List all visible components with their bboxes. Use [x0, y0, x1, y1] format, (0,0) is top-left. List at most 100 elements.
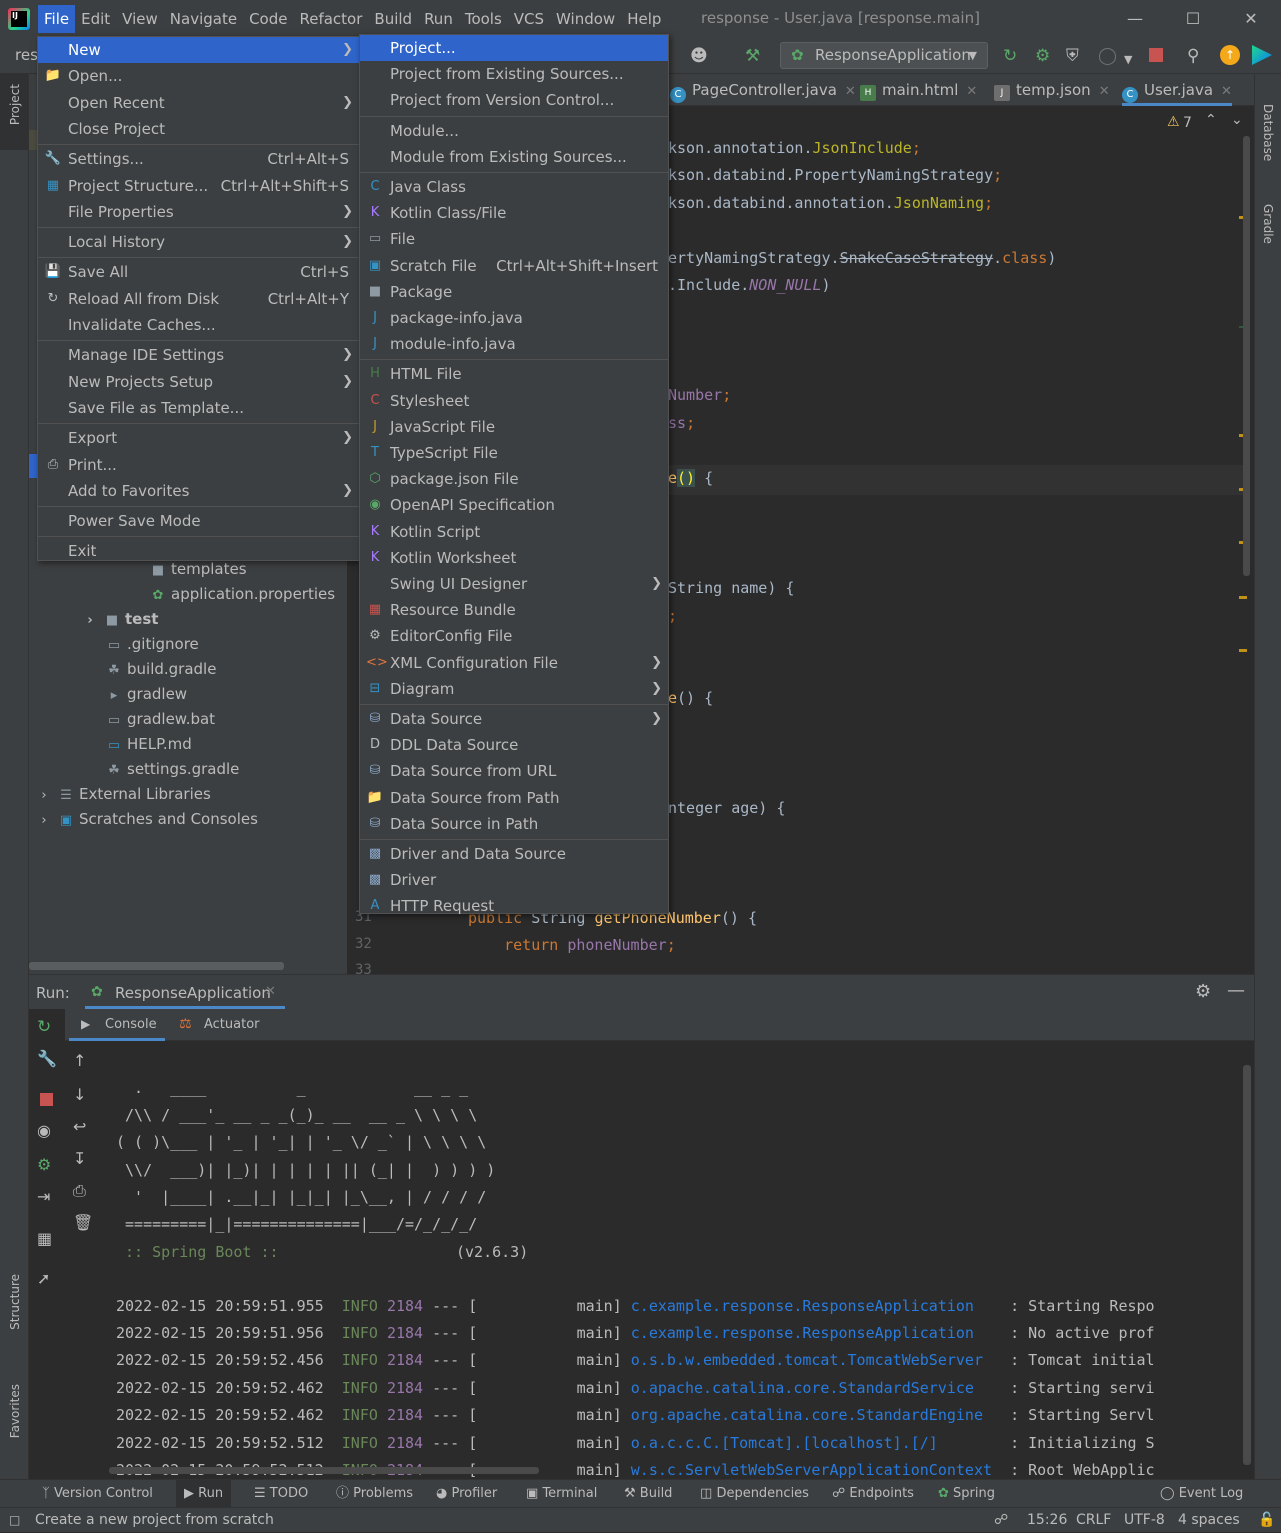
run-config-tab[interactable]: ResponseApplication [115, 984, 271, 1002]
log-logger[interactable]: o.s.b.w.embedded.tomcat.TomcatWebServer [631, 1351, 992, 1369]
tab-temp-json[interactable]: Jtemp.json ✕ [994, 74, 1110, 106]
menu-window[interactable]: Window [550, 5, 621, 33]
new-menu-kotlin-script[interactable]: K Kotlin Script [360, 519, 668, 545]
file-menu-new[interactable]: New ❯ [38, 37, 359, 63]
file-menu-print[interactable]: ⎙ Print... [38, 452, 359, 478]
file-menu-close-project[interactable]: Close Project [38, 116, 359, 142]
menu-edit[interactable]: Edit [75, 5, 116, 33]
camera-icon[interactable]: ◉ [37, 1121, 51, 1140]
update-icon[interactable]: ↑ [1220, 45, 1240, 65]
new-menu-module-info-java[interactable]: Jmodule-info.java [360, 331, 668, 357]
close-tab-icon[interactable]: ✕ [966, 84, 977, 99]
stop-icon[interactable] [40, 1093, 53, 1106]
file-menu-add-to-favorites[interactable]: Add to Favorites ❯ [38, 478, 359, 504]
more-run-options-icon[interactable]: ▼ [1124, 50, 1132, 70]
menu-build[interactable]: Build [368, 5, 418, 33]
run-configuration-select[interactable]: ✿ ResponseApplication ▼ [780, 42, 988, 69]
debug-icon[interactable]: ⚙ [37, 1155, 51, 1174]
file-menu-file-properties[interactable]: File Properties ❯ [38, 199, 359, 225]
rerun-icon[interactable]: ↻ [1003, 46, 1017, 66]
favorites-tool-tab[interactable]: Favorites [8, 1384, 22, 1438]
close-tab-icon[interactable]: ✕ [265, 984, 276, 999]
new-menu-diagram[interactable]: ⊟ Diagram ❯ [360, 676, 668, 702]
print-icon[interactable]: ⎙ [73, 1181, 86, 1201]
new-menu-javascript-file[interactable]: J JavaScript File [360, 414, 668, 440]
coverage-icon[interactable]: ⛨ [1066, 46, 1079, 66]
database-tool-tab[interactable]: Database [1261, 104, 1275, 161]
tab-page-controller[interactable]: C PageController.java ✕ [670, 74, 856, 106]
console-scrollbar[interactable] [1243, 1065, 1251, 1465]
previous-highlight-icon[interactable]: ⌃ [1205, 112, 1217, 128]
arrow-down-icon[interactable]: ↓ [73, 1085, 86, 1104]
tool-endpoints[interactable]: ☍ Endpoints [832, 1480, 914, 1508]
new-menu-resource-bundle[interactable]: ▦ Resource Bundle [360, 597, 668, 623]
new-menu-module-from-existing-sources[interactable]: Module from Existing Sources... [360, 144, 668, 170]
indexing-icon[interactable]: ☍ [994, 1508, 1008, 1533]
menu-tools[interactable]: Tools [459, 5, 508, 33]
new-menu-swing-ui-designer[interactable]: Swing UI Designer ❯ [360, 571, 668, 597]
panel-toggle-icon[interactable]: □ [9, 1508, 20, 1533]
log-logger[interactable]: org.apache.catalina.core.StandardEngine [631, 1406, 992, 1424]
file-menu-invalidate-caches[interactable]: Invalidate Caches... [38, 312, 359, 338]
login-icon[interactable]: ⇥ [37, 1187, 50, 1206]
new-menu-package[interactable]: ■ Package [360, 279, 668, 305]
tool-run[interactable]: ▶ Run [176, 1480, 232, 1508]
close-tab-icon[interactable]: ✕ [1221, 84, 1232, 99]
log-logger[interactable]: c.example.response.ResponseApplication [631, 1324, 992, 1342]
tab-console[interactable]: Console [105, 1017, 157, 1032]
tree-item-gradlew-bat[interactable]: ▭ gradlew.bat [105, 707, 215, 731]
tab-actuator[interactable]: Actuator [204, 1017, 260, 1032]
new-menu-module[interactable]: Module... [360, 118, 668, 144]
log-logger[interactable]: o.apache.catalina.core.StandardService [631, 1379, 992, 1397]
menu-run[interactable]: Run [418, 5, 459, 33]
new-menu-package-json-file[interactable]: ⬡ package.json File [360, 466, 668, 492]
tool-problems[interactable]: ⓘ Problems [336, 1480, 413, 1508]
new-menu-editorconfig-file[interactable]: ⚙ EditorConfig File [360, 623, 668, 649]
new-menu-typescript-file[interactable]: T TypeScript File [360, 440, 668, 466]
wrench-icon[interactable]: 🔧 [37, 1049, 57, 1068]
console-horizontal-scrollbar[interactable] [109, 1467, 539, 1474]
file-menu-save-file-as-template[interactable]: Save File as Template... [38, 395, 359, 421]
file-menu-new-projects-setup[interactable]: New Projects Setup ❯ [38, 369, 359, 395]
project-breadcrumb[interactable]: res [15, 46, 38, 64]
gear-icon[interactable]: ⚙ [1195, 981, 1211, 1002]
tree-item-test[interactable]: › ■ test [81, 607, 158, 631]
layout-icon[interactable]: ▦ [37, 1229, 52, 1248]
tree-item-scratches[interactable]: › ▣ Scratches and Consoles [35, 807, 258, 831]
new-menu-package-info-java[interactable]: Jpackage-info.java [360, 305, 668, 331]
scroll-to-end-icon[interactable]: ↧ [73, 1149, 86, 1168]
tool-version-control[interactable]: ᛉ Version Control [42, 1480, 153, 1508]
tree-item-gradlew[interactable]: ▸ gradlew [105, 682, 187, 706]
new-menu-project-from-existing-sources[interactable]: Project from Existing Sources... [360, 61, 668, 87]
tree-item-help-md[interactable]: ▭ HELP.md [105, 732, 192, 756]
file-encoding[interactable]: UTF-8 [1124, 1508, 1165, 1533]
project-tool-tab[interactable]: Project [8, 84, 22, 125]
new-menu-file[interactable]: ▭ File [360, 226, 668, 252]
unlock-icon[interactable]: 🔓 [1258, 1508, 1275, 1533]
new-menu-driver[interactable]: ▩ Driver [360, 867, 668, 893]
new-menu-stylesheet[interactable]: C Stylesheet [360, 388, 668, 414]
file-menu-exit[interactable]: Exit [38, 538, 359, 564]
file-menu-settings[interactable]: 🔧 Settings... Ctrl+Alt+S [38, 146, 359, 172]
rerun-icon[interactable]: ↻ [37, 1017, 51, 1037]
user-icon[interactable]: ☻ [690, 46, 708, 66]
close-tab-icon[interactable]: ✕ [1099, 84, 1110, 99]
file-menu-open-recent[interactable]: Open Recent ❯ [38, 90, 359, 116]
tool-profiler[interactable]: ◕ Profiler [436, 1480, 497, 1508]
file-menu-export[interactable]: Export ❯ [38, 425, 359, 451]
arrow-up-icon[interactable]: ↑ [73, 1051, 86, 1070]
file-menu-project-structure[interactable]: ▦ Project Structure... Ctrl+Alt+Shift+S [38, 173, 359, 199]
new-menu-html-file[interactable]: H HTML File [360, 361, 668, 387]
new-menu-data-source[interactable]: ⛁ Data Source ❯ [360, 706, 668, 732]
tree-item-build-gradle[interactable]: ☘ build.gradle [105, 657, 216, 681]
tab-user-java[interactable]: C User.java ✕ [1122, 74, 1232, 106]
gradle-tool-tab[interactable]: Gradle [1261, 204, 1275, 244]
new-menu-project[interactable]: Project... [360, 35, 668, 61]
new-menu-data-source-from-path[interactable]: 📁 Data Source from Path [360, 785, 668, 811]
vertical-scrollbar[interactable] [1243, 136, 1250, 576]
new-menu-kotlin-class-file[interactable]: K Kotlin Class/File [360, 200, 668, 226]
build-hammer-icon[interactable]: ⚒ [745, 46, 760, 66]
tree-item-gitignore[interactable]: ▭ .gitignore [105, 632, 199, 656]
code-with-me-icon[interactable] [1252, 45, 1272, 65]
menu-view[interactable]: View [116, 5, 164, 33]
